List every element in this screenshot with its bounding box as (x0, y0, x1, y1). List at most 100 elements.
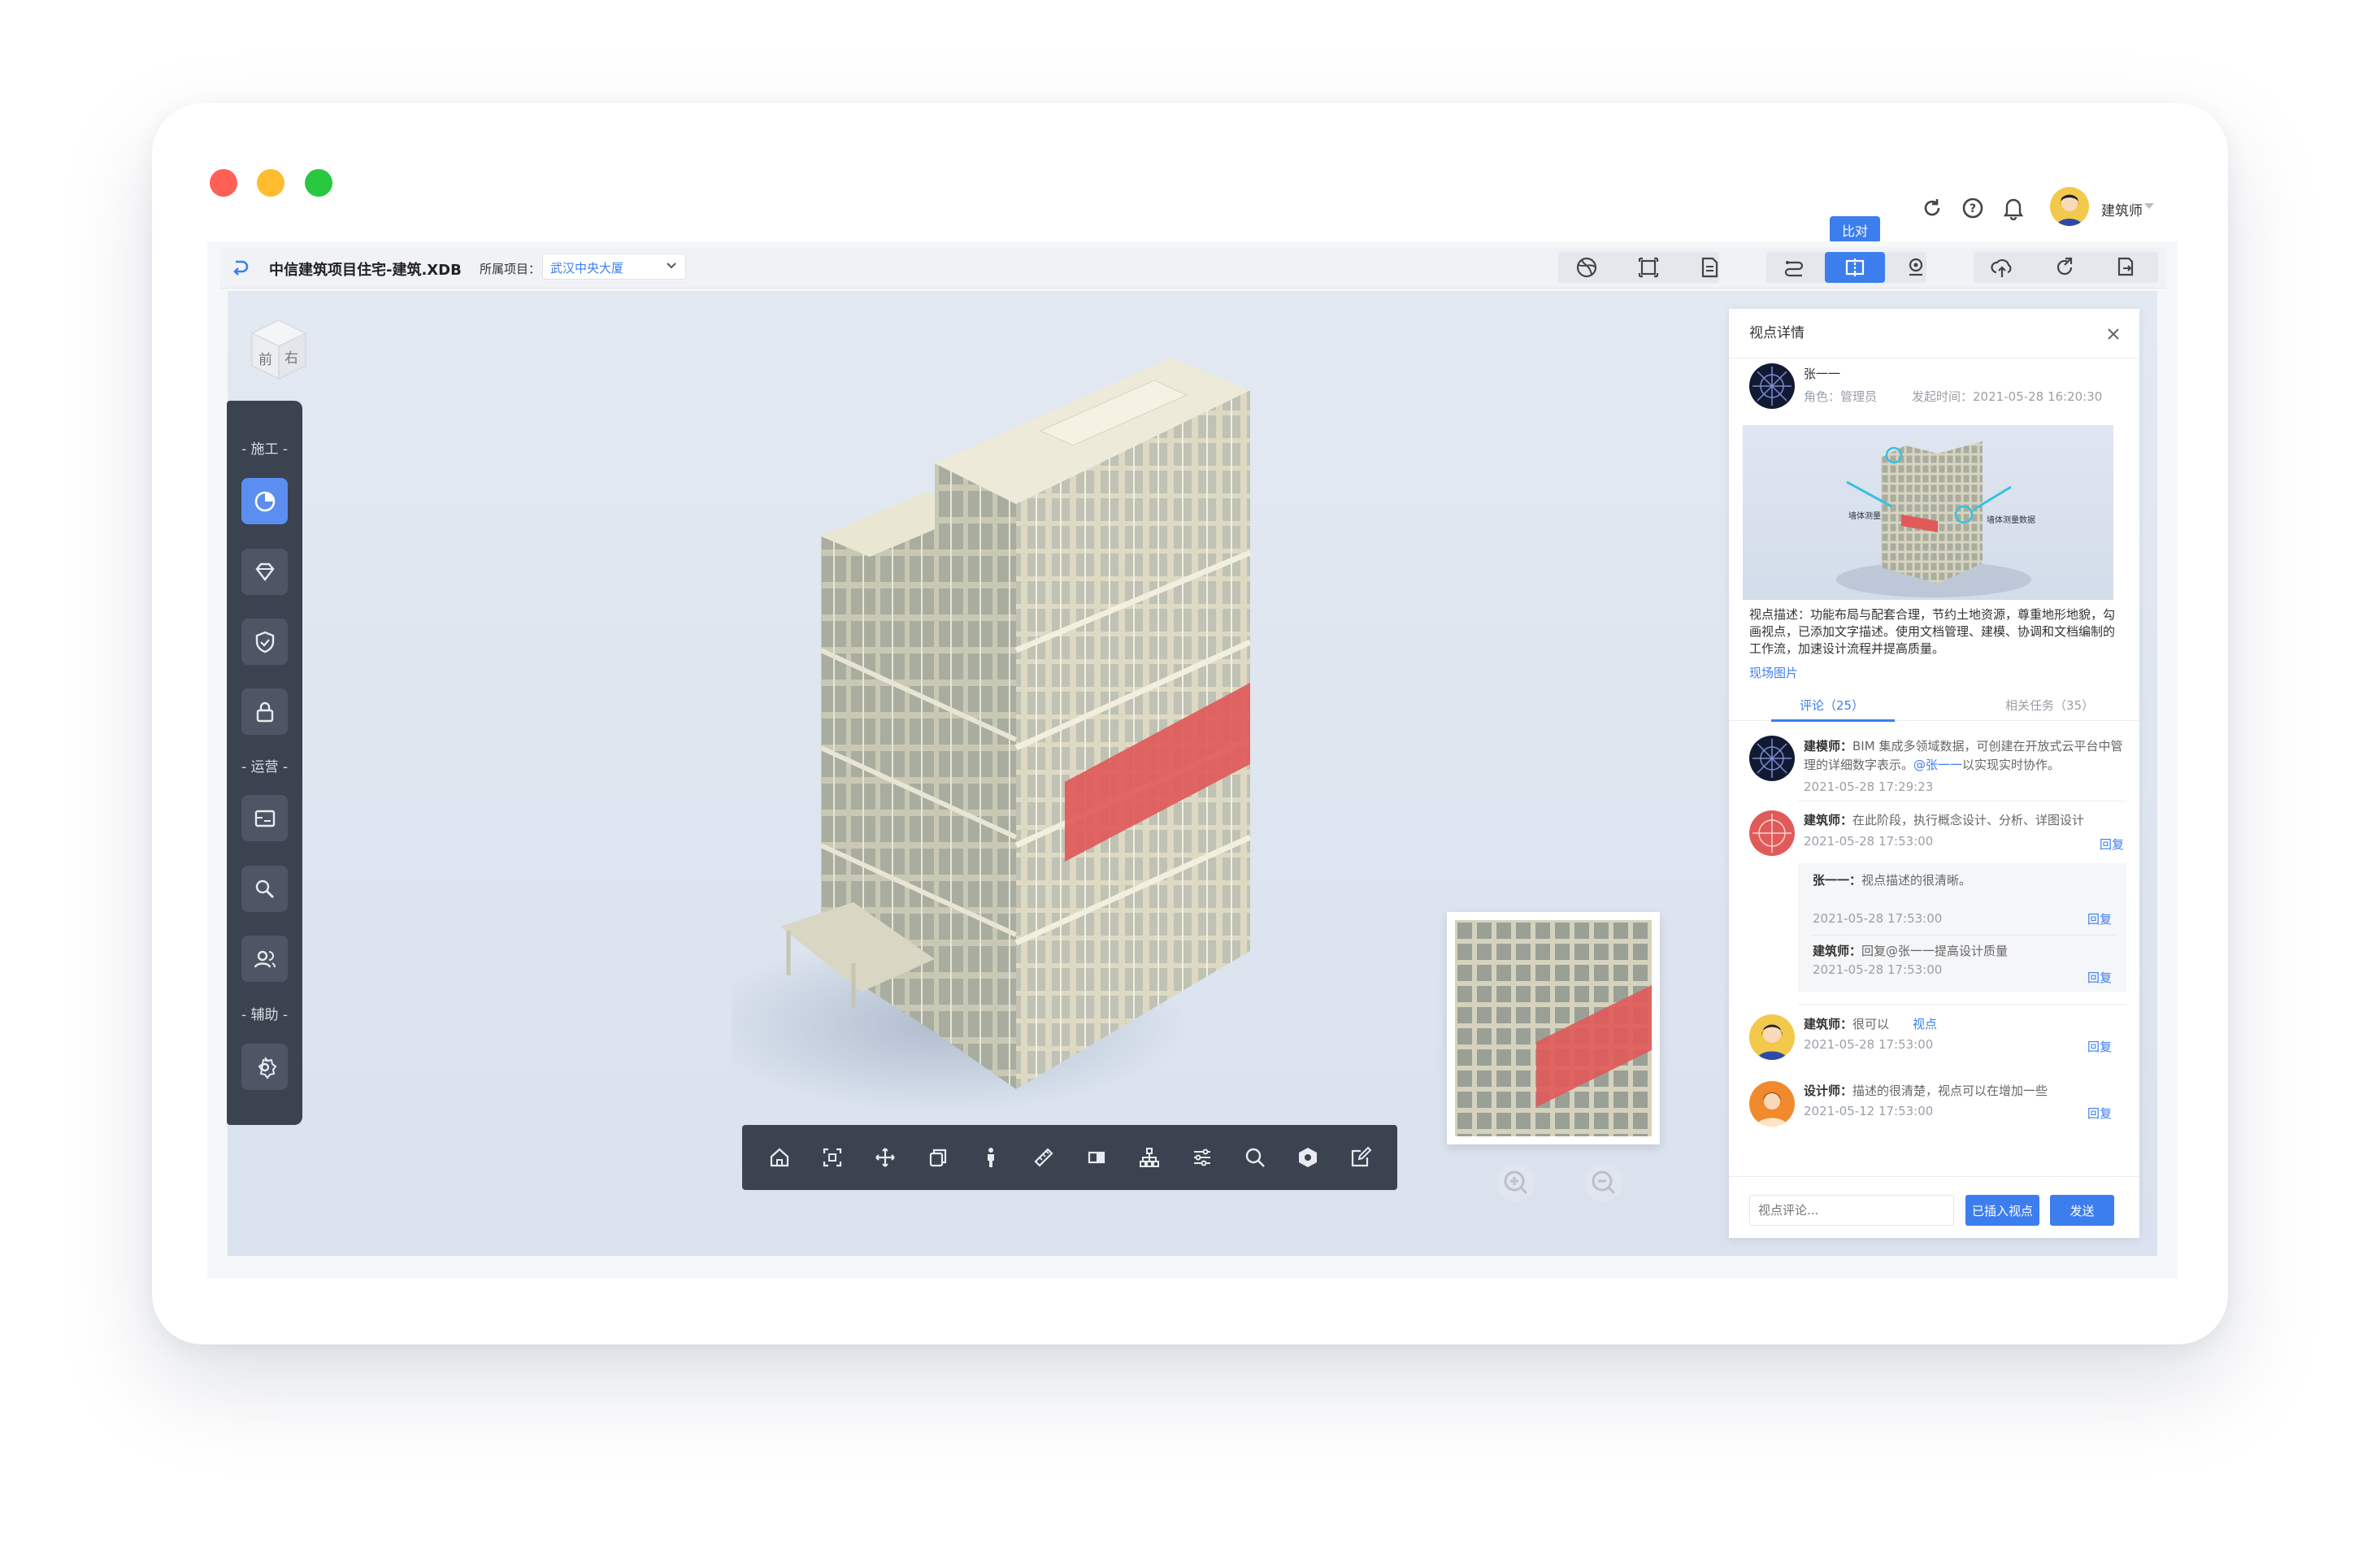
gear-icon (258, 1056, 276, 1079)
wrench-icon (255, 879, 274, 898)
globe-view-button[interactable] (1557, 252, 1617, 283)
sliders-icon[interactable] (1188, 1143, 1217, 1172)
site-photos-link[interactable]: 现场图片 (1749, 665, 1798, 682)
minimap-thumbnail[interactable] (1447, 912, 1660, 1144)
panel-title: 视点详情 (1749, 325, 1805, 341)
bottom-toolbar (742, 1125, 1397, 1190)
minimize-window-dot[interactable] (257, 169, 284, 197)
tab-related-tasks[interactable]: 相关任务（35） (2005, 697, 2094, 714)
reply-body: 张一一：视点描述的很清晰。 (1813, 872, 1971, 889)
upload-cloud-button[interactable] (1972, 252, 2032, 283)
location-button[interactable] (1886, 252, 1946, 283)
users-icon (254, 950, 276, 968)
comment-author: 建筑师： (1804, 813, 1853, 827)
compare-tooltip-text: 比对 (1841, 223, 1868, 239)
user-menu-chevron-icon[interactable] (2144, 203, 2154, 209)
compare-tooltip: 比对 (1830, 216, 1880, 243)
reply-author: 张一一： (1813, 873, 1862, 888)
back-icon[interactable] (231, 258, 250, 276)
compare-icon (1845, 258, 1865, 276)
sidebar-settings-button[interactable] (241, 1044, 288, 1090)
fit-view-button[interactable] (1618, 252, 1679, 283)
reply-link[interactable]: 回复 (2087, 910, 2112, 927)
move-icon[interactable] (871, 1143, 900, 1172)
send-button[interactable]: 发送 (2050, 1195, 2114, 1226)
zoom-in-icon[interactable] (1497, 1164, 1535, 1201)
share-button[interactable] (2035, 252, 2095, 283)
user-avatar[interactable] (2050, 187, 2089, 226)
ruler-icon[interactable] (1029, 1143, 1058, 1172)
comment-input[interactable] (1749, 1195, 1954, 1226)
maximize-window-dot[interactable] (305, 169, 332, 197)
thumb-label-left: 墙体测量 (1848, 512, 1881, 521)
close-icon[interactable] (2106, 327, 2121, 341)
export-button[interactable] (2096, 252, 2156, 283)
document-icon (1701, 257, 1718, 278)
help-icon[interactable]: ? (1961, 197, 1984, 219)
footer-divider (1729, 1176, 2139, 1177)
nav-cube[interactable]: 前 右 (249, 317, 309, 382)
reply-link[interactable]: 回复 (2087, 1105, 2112, 1122)
reply-text: 回复@张一一提高设计质量 (1861, 944, 2009, 958)
tab-comments[interactable]: 评论（25） (1800, 697, 1864, 714)
sidebar-monitor-button[interactable] (241, 795, 288, 841)
sidebar-maintenance-button[interactable] (241, 866, 288, 912)
viewpoint-link[interactable]: 视点 (1913, 1016, 1937, 1033)
comment-body: 建模师：BIM 集成多领域数据，可创建在开放式云平台中管理的详细数字表示。@张一… (1804, 737, 2129, 775)
sidebar-safety-button[interactable] (241, 619, 288, 665)
reply-time: 2021-05-28 17:53:00 (1813, 911, 1943, 926)
comment-mention[interactable]: @张一一 (1913, 758, 1962, 772)
reply-body: 建筑师：回复@张一一提高设计质量 (1813, 943, 2008, 960)
comment-time: 2021-05-28 17:29:23 (1804, 780, 1934, 794)
copy-icon[interactable] (923, 1143, 953, 1172)
home-icon[interactable] (765, 1143, 794, 1172)
sidebar-lock-button[interactable] (241, 688, 288, 735)
layers-button[interactable] (1764, 252, 1824, 283)
section-icon[interactable] (1082, 1143, 1111, 1172)
refresh-icon[interactable] (1921, 197, 1944, 219)
sidebar-quality-button[interactable] (241, 549, 288, 595)
diamond-icon (254, 562, 275, 581)
document-button[interactable] (1679, 252, 1739, 283)
export-document-icon (2117, 257, 2134, 276)
reply-author: 建筑师： (1813, 944, 1862, 958)
thumb-label-right: 墙体测量数据 (1987, 516, 2035, 525)
comment-divider (1798, 1004, 2126, 1005)
sidebar-users-button[interactable] (241, 936, 288, 982)
file-title: 中信建筑项目住宅-建筑.XDB (269, 262, 462, 279)
sidebar-progress-button[interactable] (241, 478, 288, 524)
comment-body: 建筑师：在此阶段，执行概念设计、分析、详图设计 (1804, 812, 2084, 829)
search-icon[interactable] (1240, 1143, 1270, 1172)
close-window-dot[interactable] (210, 169, 237, 197)
tab-active-indicator (1771, 719, 1895, 722)
reply-link[interactable]: 回复 (2087, 969, 2112, 986)
project-label: 所属项目： (480, 262, 541, 276)
share-icon (2056, 257, 2073, 276)
globe-icon (1576, 257, 1597, 278)
shield-icon (255, 631, 274, 653)
building-model[interactable] (732, 358, 1301, 1114)
location-pin-icon (1909, 258, 1923, 276)
username[interactable]: 建筑师 (2101, 199, 2143, 219)
comment-body: 建筑师：很可以 (1804, 1016, 1889, 1033)
hierarchy-icon[interactable] (1135, 1143, 1164, 1172)
comment-body: 设计师：描述的很清楚，视点可以在增加一些 (1804, 1083, 2048, 1100)
chevron-down-icon (666, 259, 677, 275)
bell-icon[interactable] (2002, 196, 2025, 221)
viewpoint-thumbnail[interactable]: 墙体测量 墙体测量数据 (1743, 425, 2113, 600)
project-select[interactable]: 武汉中央大厦 (542, 254, 686, 280)
zoom-out-icon[interactable] (1585, 1164, 1622, 1201)
image-frame-icon (254, 810, 275, 827)
edit-icon[interactable] (1346, 1143, 1375, 1172)
comment-time: 2021-05-12 17:53:00 (1804, 1104, 1934, 1118)
section-operation: - 运营 - (241, 759, 289, 775)
reply-time: 2021-05-28 17:53:00 (1813, 962, 1943, 977)
section-construction: - 施工 - (241, 441, 289, 458)
reply-link[interactable]: 回复 (2100, 836, 2124, 853)
hexagon-settings-icon[interactable] (1293, 1143, 1322, 1172)
compare-button[interactable] (1825, 252, 1885, 283)
person-icon[interactable] (976, 1143, 1005, 1172)
reply-link[interactable]: 回复 (2087, 1038, 2112, 1055)
focus-icon[interactable] (818, 1143, 847, 1172)
insert-viewpoint-button[interactable]: 已插入视点 (1965, 1195, 2039, 1226)
